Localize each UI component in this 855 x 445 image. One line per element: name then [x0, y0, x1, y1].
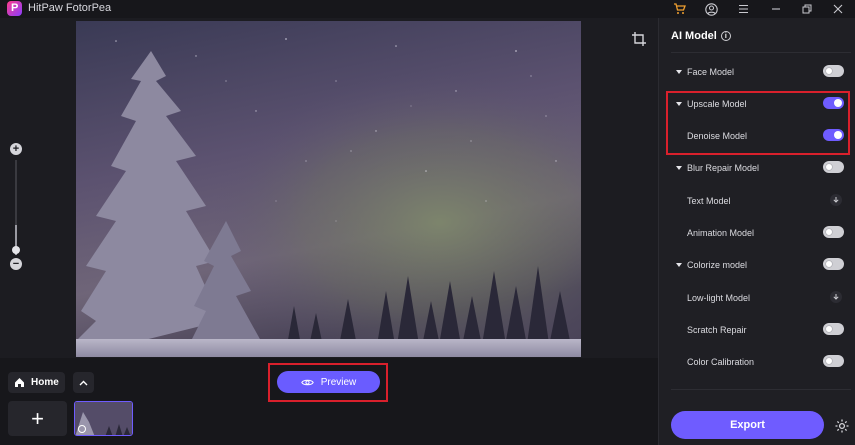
account-icon[interactable] — [701, 0, 721, 18]
zoom-in-button[interactable]: + — [10, 143, 22, 155]
preview-image — [76, 21, 581, 357]
info-icon[interactable]: i — [720, 31, 731, 41]
model-label: Color Calibration — [687, 357, 755, 367]
model-label: Low-light Model — [687, 293, 751, 303]
animation-model-toggle[interactable] — [823, 226, 844, 238]
collapse-button[interactable] — [73, 372, 94, 393]
menu-icon[interactable] — [733, 0, 753, 18]
eye-icon — [300, 379, 314, 385]
panel-title: AI Model i — [671, 30, 731, 42]
panel-divider — [671, 389, 851, 390]
blur-repair-toggle[interactable] — [823, 161, 844, 173]
model-row-low-light: Low-light Model — [676, 291, 844, 305]
panel-divider — [671, 52, 851, 53]
close-icon[interactable] — [828, 0, 848, 18]
restore-icon[interactable] — [797, 0, 817, 18]
caret-down-icon[interactable] — [676, 70, 682, 74]
chevron-up-icon — [79, 380, 88, 385]
add-image-button[interactable]: + — [8, 401, 67, 436]
caret-down-icon[interactable] — [676, 263, 682, 267]
app-title: HitPaw FotorPea — [28, 2, 112, 14]
download-icon[interactable] — [830, 291, 842, 303]
home-label: Home — [31, 377, 59, 388]
bottom-bar: Home + Preview — [0, 358, 658, 445]
preview-button[interactable]: Preview — [277, 371, 380, 393]
colorize-model-toggle[interactable] — [823, 258, 844, 270]
cart-icon[interactable] — [669, 0, 689, 18]
model-row-blur-repair: Blur Repair Model — [676, 161, 844, 175]
color-calibration-toggle[interactable] — [823, 355, 844, 367]
minimize-icon[interactable] — [766, 0, 786, 18]
download-icon[interactable] — [830, 194, 842, 206]
crop-icon[interactable] — [631, 31, 647, 47]
zoom-slider-thumb[interactable] — [12, 246, 20, 254]
gear-icon[interactable] — [834, 418, 850, 434]
model-row-face: Face Model — [676, 65, 844, 79]
ai-model-panel: AI Model i Face Model Upscale Model Deno… — [658, 18, 855, 445]
model-label: Animation Model — [687, 228, 755, 238]
model-row-animation: Animation Model — [676, 226, 844, 240]
home-button[interactable]: Home — [8, 372, 65, 393]
model-row-text: Text Model — [676, 194, 844, 208]
model-label: Scratch Repair — [687, 325, 747, 335]
model-label: Text Model — [687, 196, 731, 206]
scratch-repair-toggle[interactable] — [823, 323, 844, 335]
panel-title-text: AI Model — [671, 30, 717, 42]
home-icon — [15, 378, 24, 387]
app-logo: P — [7, 1, 22, 16]
export-button[interactable]: Export — [671, 411, 824, 439]
model-row-scratch-repair: Scratch Repair — [676, 323, 844, 337]
image-thumbnail[interactable] — [74, 401, 133, 436]
model-label: Colorize model — [687, 260, 748, 270]
model-row-colorize: Colorize model — [676, 258, 844, 272]
canvas-area: + − — [0, 18, 658, 358]
clock-icon — [78, 425, 86, 433]
model-label: Blur Repair Model — [687, 163, 760, 173]
preview-label: Preview — [320, 376, 357, 388]
zoom-out-button[interactable]: − — [10, 258, 22, 270]
title-bar: P HitPaw FotorPea — [0, 0, 855, 18]
face-model-toggle[interactable] — [823, 65, 844, 77]
model-highlight-box — [666, 91, 850, 155]
model-label: Face Model — [687, 67, 735, 77]
model-row-color-calibration: Color Calibration — [676, 355, 844, 369]
caret-down-icon[interactable] — [676, 166, 682, 170]
